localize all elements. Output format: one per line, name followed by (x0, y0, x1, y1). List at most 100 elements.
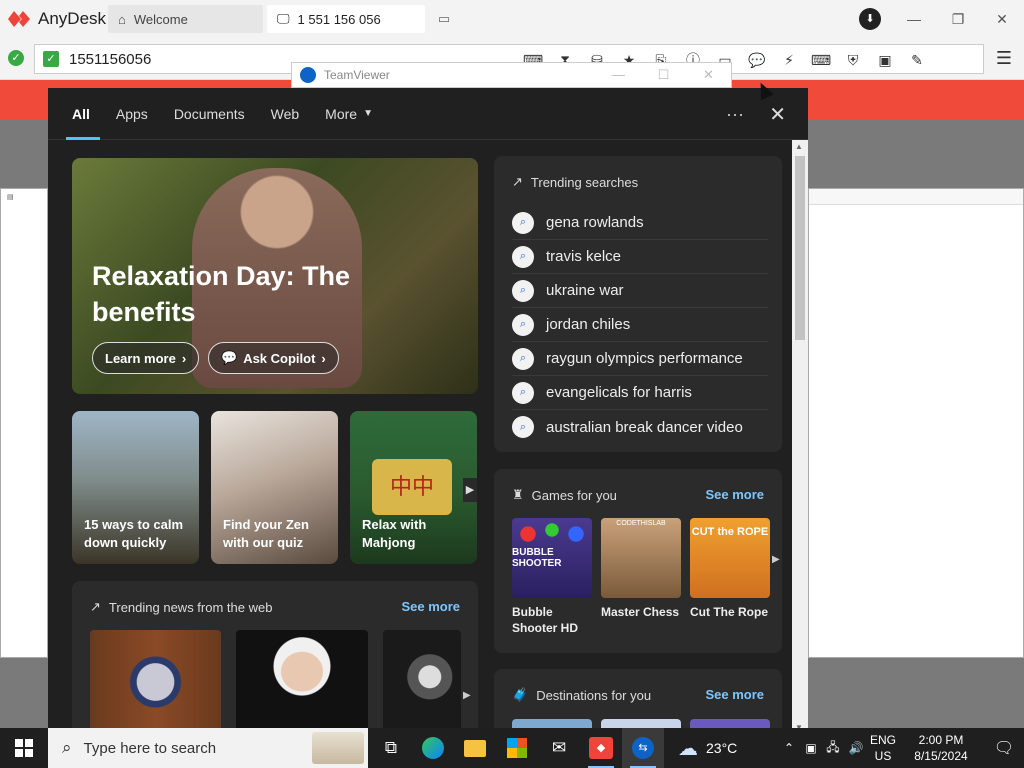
tab-apps[interactable]: Apps (116, 88, 148, 140)
more-options-icon[interactable]: ··· (726, 104, 744, 125)
tile-mahjong[interactable]: 中中 Relax with Mahjong (350, 411, 477, 564)
keyboard-icon[interactable]: ⌨ (805, 52, 837, 69)
close-icon[interactable]: ✕ (980, 11, 1024, 28)
start-button[interactable] (0, 728, 48, 768)
taskbar-clock[interactable]: 2:00 PM 8/15/2024 (898, 732, 984, 764)
edge-browser-icon[interactable] (412, 728, 454, 768)
chevron-right-icon: › (321, 350, 326, 366)
task-view-icon[interactable]: ⧉ (370, 728, 412, 768)
learn-more-button[interactable]: Learn more › (92, 342, 200, 374)
tab-welcome[interactable]: ⌂ Welcome (108, 5, 263, 33)
anydesk-app-name: AnyDesk (38, 9, 107, 28)
news-next-arrow-icon[interactable]: ▶ (463, 684, 475, 708)
trending-search-item[interactable]: ⌕ australian break dancer video (512, 410, 768, 444)
ask-copilot-button[interactable]: 💬 Ask Copilot › (208, 342, 339, 374)
news-thumb-seal[interactable] (90, 630, 221, 734)
trending-search-item[interactable]: ⌕ raygun olympics performance (512, 342, 768, 376)
close-panel-icon[interactable]: ✕ (769, 102, 786, 127)
search-icon: ⌕ (512, 347, 534, 370)
trending-search-item[interactable]: ⌕ evangelicals for harris (512, 376, 768, 410)
teamviewer-taskbar-icon[interactable]: ⇆ (622, 728, 664, 768)
trending-search-text: australian break dancer video (546, 418, 743, 436)
windows-taskbar: ⌕ Type here to search ⧉ ✉ ◆ ⇆ ☁ 23°C ⌃ ▣… (0, 728, 1024, 768)
whiteboard-pen-icon[interactable]: ✎ (901, 52, 933, 69)
notification-center-icon[interactable]: 🗨 (984, 738, 1024, 758)
monitor-icon: 🖵 (277, 11, 290, 26)
mail-icon[interactable]: ✉ (538, 728, 580, 768)
destinations-see-more-link[interactable]: See more (705, 687, 764, 702)
tiles-next-arrow-icon[interactable]: ▶ (463, 478, 477, 502)
action-lightning-icon[interactable]: ⚡ (773, 52, 805, 69)
background-window-right (808, 188, 1024, 658)
game-cut-the-rope[interactable]: CUT the ROPE Cut The Rope (690, 518, 772, 620)
trending-search-item[interactable]: ⌕ ukraine war (512, 274, 768, 308)
trending-search-item[interactable]: ⌕ travis kelce (512, 240, 768, 274)
camera-icon[interactable]: ▣ (800, 741, 822, 755)
trending-searches-title: Trending searches (530, 174, 639, 190)
tv-maximize-icon[interactable]: ☐ (641, 63, 686, 89)
news-thumb-portrait[interactable] (236, 630, 368, 734)
puzzle-icon: ♜ (512, 487, 524, 502)
hero-card[interactable]: Relaxation Day: The benefits Learn more … (72, 158, 478, 394)
secure-session-icon: ✓ (43, 51, 59, 67)
anydesk-menu-icon[interactable]: ⬇ (848, 8, 892, 30)
restore-icon[interactable]: ❐ (936, 11, 980, 28)
minimize-icon[interactable]: — (892, 11, 936, 27)
screenshot-icon[interactable]: ▣ (869, 52, 901, 69)
tv-minimize-icon[interactable]: — (596, 63, 641, 89)
tv-close-icon[interactable]: ✕ (686, 63, 731, 89)
lang-line2: US (874, 749, 892, 763)
tab-documents[interactable]: Documents (174, 88, 245, 140)
connected-check-icon: ✓ (8, 50, 24, 66)
news-see-more-link[interactable]: See more (401, 599, 460, 614)
scroll-up-icon[interactable]: ▲ (795, 142, 803, 151)
tile-find-zen[interactable]: Find your Zen with our quiz (211, 411, 338, 564)
tab-web-label: Web (270, 105, 300, 122)
privacy-shield-icon[interactable]: ⛨ (837, 52, 869, 69)
background-window-left: ▤ (0, 188, 48, 658)
tab-remote-session-label: 1 551 156 056 (297, 11, 381, 27)
scrollbar-thumb[interactable] (795, 156, 805, 340)
tab-remote-session[interactable]: 🖵 1 551 156 056 (267, 5, 425, 33)
destinations-title: Destinations for you (536, 687, 652, 703)
panel-scrollbar[interactable]: ▲ ▼ (792, 140, 808, 734)
weather-widget[interactable]: ☁ 23°C (678, 736, 737, 761)
trending-search-text: evangelicals for harris (546, 384, 692, 401)
search-icon: ⌕ (512, 416, 534, 438)
show-hidden-icons-icon[interactable]: ⌃ (778, 741, 800, 755)
bg-window-text: ▤ (7, 194, 14, 201)
game-name: Master Chess (601, 605, 680, 619)
file-explorer-icon[interactable] (454, 728, 496, 768)
tile-calm-down[interactable]: 15 ways to calm down quickly (72, 411, 199, 564)
trending-search-item[interactable]: ⌕ gena rowlands (512, 206, 768, 240)
destinations-card: 🧳 Destinations for you See more (494, 669, 782, 734)
chat-icon[interactable]: 💬 (741, 52, 773, 69)
news-thumb-metal[interactable] (383, 630, 461, 734)
taskbar-search-placeholder: Type here to search (83, 739, 217, 757)
game-master-chess[interactable]: CODETHISLAB Master Chess (601, 518, 683, 620)
ask-copilot-label: Ask Copilot (243, 350, 316, 366)
tab-all[interactable]: All (66, 88, 100, 140)
anydesk-window-controls: ⬇ — ❐ ✕ (848, 0, 1024, 38)
games-next-arrow-icon[interactable]: ▶ (772, 548, 782, 572)
new-tab-icon[interactable]: ▭ (429, 11, 459, 27)
clock-time: 2:00 PM (918, 733, 964, 747)
tab-more[interactable]: More ▼ (325, 88, 373, 140)
hamburger-menu-icon[interactable]: ☰ (996, 48, 1012, 69)
tile-calm-down-label: 15 ways to calm down quickly (84, 517, 183, 550)
games-see-more-link[interactable]: See more (705, 487, 764, 502)
tab-all-label: All (72, 105, 90, 122)
trending-arrow-icon: ↗ (512, 174, 523, 189)
anydesk-taskbar-icon[interactable]: ◆ (580, 728, 622, 768)
network-icon[interactable]: 🖧 (822, 738, 844, 759)
microsoft-store-icon[interactable] (496, 728, 538, 768)
input-language[interactable]: ENG US (868, 732, 898, 764)
tab-web[interactable]: Web (271, 88, 300, 140)
volume-icon[interactable]: 🔊 (844, 741, 868, 755)
copilot-chat-icon: 💬 (221, 350, 238, 365)
trending-news-header: ↗ Trending news from the web (90, 599, 272, 615)
game-bubble-shooter[interactable]: BUBBLE SHOOTER Bubble Shooter HD (512, 518, 594, 636)
trending-search-item[interactable]: ⌕ jordan chiles (512, 308, 768, 342)
learn-more-label: Learn more (105, 350, 176, 366)
taskbar-search-box[interactable]: ⌕ Type here to search (48, 728, 368, 768)
